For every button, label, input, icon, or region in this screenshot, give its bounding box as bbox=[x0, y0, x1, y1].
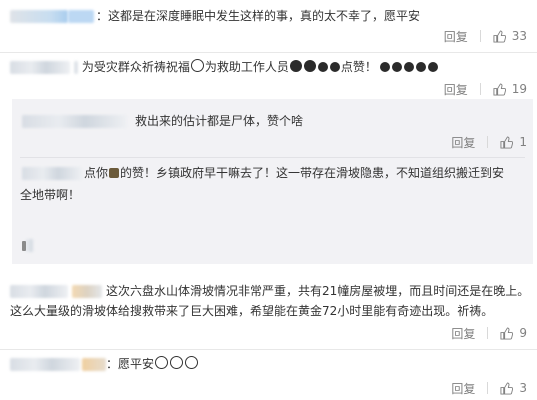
reply-button[interactable]: 回复 bbox=[451, 134, 475, 151]
sub-reply-2-line-2: 全地带啊！ bbox=[20, 188, 81, 202]
blurred-content bbox=[26, 239, 34, 252]
like-count: 33 bbox=[511, 29, 527, 43]
comment-2-content: 为受灾群众祈祷祝福 为救助工作人员 点赞！ bbox=[10, 58, 439, 76]
reply-button[interactable]: 回复 bbox=[444, 81, 468, 98]
comment-text: ：愿平安 bbox=[106, 357, 155, 371]
like-count: 1 bbox=[519, 135, 527, 149]
comment-text: ：这都是在深度睡眠中发生这样的事，真的太不幸了，愿平安 bbox=[96, 9, 421, 23]
reply-button[interactable]: 回复 bbox=[451, 325, 475, 342]
comment-text-part-2: 为救助工作人员 bbox=[204, 60, 289, 74]
blurred-username bbox=[22, 115, 127, 128]
blurred-username bbox=[22, 167, 82, 180]
comment-1-content: ：这都是在深度睡眠中发生这样的事，真的太不幸了，愿平安 bbox=[10, 7, 420, 25]
comment-5-line-1: 这次六盘水山体滑坡情况非常严重，共有21幢房屋被埋，而且时间还是在晚上。 bbox=[10, 282, 529, 300]
sub-reply-2-line-1: 点你 的赞！乡镇政府早干嘛去了！这一带存在滑坡隐患，不知道组织搬迁到安 bbox=[22, 164, 504, 182]
sub-reply-text: 救出来的估计都是尸体，赞个啥 bbox=[135, 114, 304, 128]
blurred-username bbox=[10, 285, 68, 298]
comment-text-line-1: 这次六盘水山体滑坡情况非常严重，共有21幢房屋被埋，而且时间还是在晚上。 bbox=[106, 284, 530, 298]
like-button[interactable]: 1 bbox=[500, 135, 527, 149]
like-count: 3 bbox=[519, 381, 527, 395]
comment-2-actions: 回复 19 bbox=[444, 80, 527, 98]
pray-emoji-icon bbox=[190, 59, 204, 72]
blurred-badge bbox=[68, 10, 94, 23]
salute-emoji-icon bbox=[317, 62, 328, 72]
sub-replies-panel: 救出来的估计都是尸体，赞个啥 回复 1 点你 的赞！乡镇政府早干嘛去了！这一带存在… bbox=[12, 99, 533, 264]
separator bbox=[487, 136, 489, 148]
blurred-username-2 bbox=[73, 61, 78, 74]
reply-button[interactable]: 回复 bbox=[444, 28, 468, 45]
divider bbox=[0, 52, 537, 53]
sub-reply-1-content: 救出来的估计都是尸体，赞个啥 bbox=[22, 112, 303, 130]
divider bbox=[0, 349, 537, 350]
candle-emoji-icon bbox=[109, 168, 120, 178]
comment-text-part-1: 为受灾群众祈祷祝福 bbox=[81, 60, 190, 74]
like-count: 9 bbox=[519, 326, 527, 340]
separator bbox=[487, 327, 489, 339]
thumb-emoji-icon bbox=[427, 62, 438, 72]
salute-emoji-icon bbox=[289, 60, 302, 72]
separator bbox=[479, 83, 481, 95]
like-button[interactable]: 19 bbox=[493, 82, 527, 96]
salute-emoji-icon bbox=[329, 62, 340, 72]
blurred-username bbox=[10, 61, 70, 74]
comment-text-part-3: 点赞！ bbox=[340, 60, 377, 74]
like-button[interactable]: 33 bbox=[493, 29, 527, 43]
pray-emoji-icon bbox=[155, 356, 169, 369]
thumbs-up-icon bbox=[500, 381, 514, 395]
comment-5-line-2: 这么大量级的滑坡体给搜救带来了巨大困难，希望能在黄金72小时里能有奇迹出现。祈祷… bbox=[10, 304, 494, 318]
sub-reply-text-part-2: 的赞！乡镇政府早干嘛去了！这一带存在滑坡隐患，不知道组织搬迁到安 bbox=[120, 166, 505, 180]
comment-1-actions: 回复 33 bbox=[444, 27, 527, 45]
drag-handle[interactable] bbox=[22, 241, 26, 251]
divider bbox=[20, 157, 525, 158]
thumb-emoji-icon bbox=[403, 62, 414, 72]
separator bbox=[479, 30, 481, 42]
blurred-badge bbox=[82, 358, 106, 371]
pray-emoji-icon bbox=[185, 356, 199, 369]
thumbs-up-icon bbox=[500, 326, 514, 340]
sub-reply-1-actions: 回复 1 bbox=[451, 133, 527, 151]
thumb-emoji-icon bbox=[415, 62, 426, 72]
pray-emoji-icon bbox=[170, 356, 184, 369]
like-button[interactable]: 9 bbox=[500, 326, 527, 340]
thumb-emoji-icon bbox=[391, 62, 402, 72]
like-count: 19 bbox=[511, 82, 527, 96]
thumb-emoji-icon bbox=[379, 62, 390, 72]
like-button[interactable]: 3 bbox=[500, 381, 527, 395]
comment-5-actions: 回复 9 bbox=[451, 324, 527, 342]
sub-reply-text-part-1: 点你 bbox=[84, 166, 109, 180]
thumbs-up-icon bbox=[500, 135, 514, 149]
comment-6-content: ：愿平安 bbox=[10, 355, 199, 373]
reply-button[interactable]: 回复 bbox=[451, 380, 475, 397]
thumbs-up-icon bbox=[493, 82, 506, 96]
blurred-username bbox=[10, 10, 68, 23]
blurred-username bbox=[10, 358, 80, 371]
salute-emoji-icon bbox=[303, 60, 316, 72]
thumbs-up-icon bbox=[493, 29, 506, 43]
blurred-badge bbox=[72, 285, 102, 298]
comment-6-actions: 回复 3 bbox=[451, 379, 527, 397]
separator bbox=[487, 382, 489, 394]
